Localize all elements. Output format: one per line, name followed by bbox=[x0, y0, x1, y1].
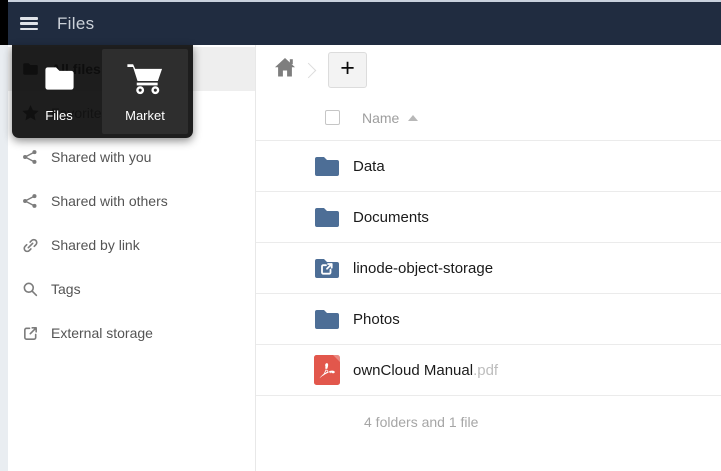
file-row-data[interactable]: Data bbox=[256, 141, 721, 192]
select-all-checkbox[interactable] bbox=[325, 110, 340, 125]
app-menu-dropdown: Files Market bbox=[12, 45, 193, 138]
page-title: Files bbox=[57, 14, 94, 34]
file-name: Data bbox=[353, 158, 385, 175]
folder-icon bbox=[313, 202, 341, 232]
magnifier-icon bbox=[21, 280, 39, 298]
file-name: linode-object-storage bbox=[353, 260, 493, 277]
breadcrumb-bar: + bbox=[256, 45, 721, 96]
sidebar-item-label: Shared with others bbox=[51, 193, 168, 209]
file-row-documents[interactable]: Documents bbox=[256, 192, 721, 243]
app-menu-toggle-button[interactable] bbox=[20, 17, 38, 30]
home-icon[interactable] bbox=[275, 58, 295, 77]
column-header-label: Name bbox=[362, 110, 399, 126]
sort-ascending-icon bbox=[408, 115, 418, 121]
file-name: Photos bbox=[353, 311, 400, 328]
window-edge-top bbox=[0, 0, 8, 45]
sidebar-item-shared-with-you[interactable]: Shared with you bbox=[8, 135, 255, 179]
external-folder-icon bbox=[313, 253, 341, 283]
external-link-icon bbox=[21, 324, 39, 342]
window-edge-left bbox=[0, 45, 8, 471]
chevron-right-icon bbox=[301, 63, 317, 79]
plus-icon: + bbox=[340, 56, 355, 81]
app-menu-item-market[interactable]: Market bbox=[102, 49, 188, 134]
file-name: Documents bbox=[353, 209, 429, 226]
file-row-photos[interactable]: Photos bbox=[256, 294, 721, 345]
sidebar-item-shared-by-link[interactable]: Shared by link bbox=[8, 223, 255, 267]
file-name: ownCloud Manual.pdf bbox=[353, 362, 498, 379]
file-row-linode-object-storage[interactable]: linode-object-storage bbox=[256, 243, 721, 294]
sidebar-item-label: Tags bbox=[51, 281, 81, 297]
shopping-cart-icon bbox=[125, 49, 165, 108]
share-icon bbox=[21, 148, 39, 166]
share-icon bbox=[21, 192, 39, 210]
sidebar-item-label: Shared with you bbox=[51, 149, 151, 165]
folder-icon bbox=[313, 304, 341, 334]
file-list-panel: + Name Data Documents bbox=[255, 45, 721, 471]
app-menu-item-label: Files bbox=[45, 108, 72, 123]
file-table-header: Name bbox=[256, 96, 721, 141]
new-file-button[interactable]: + bbox=[328, 52, 367, 88]
link-icon bbox=[21, 236, 39, 254]
folder-icon bbox=[43, 49, 76, 108]
file-row-owncloud-manual-pdf[interactable]: ownCloud Manual.pdf bbox=[256, 345, 721, 396]
file-list-summary: 4 folders and 1 file bbox=[256, 396, 721, 430]
sidebar-item-shared-with-others[interactable]: Shared with others bbox=[8, 179, 255, 223]
sidebar-item-label: External storage bbox=[51, 325, 153, 341]
sidebar-item-tags[interactable]: Tags bbox=[8, 267, 255, 311]
sidebar-item-external-storage[interactable]: External storage bbox=[8, 311, 255, 355]
file-extension: .pdf bbox=[473, 362, 498, 379]
topbar: Files bbox=[8, 2, 721, 45]
column-header-name[interactable]: Name bbox=[362, 110, 418, 126]
app-menu-item-label: Market bbox=[125, 108, 165, 123]
pdf-file-icon bbox=[313, 355, 341, 385]
folder-icon bbox=[313, 151, 341, 181]
sidebar-item-label: Shared by link bbox=[51, 237, 140, 253]
owncloud-files-app: Files All files Favorites Shared with yo… bbox=[0, 0, 721, 471]
app-menu-item-files[interactable]: Files bbox=[16, 49, 102, 134]
